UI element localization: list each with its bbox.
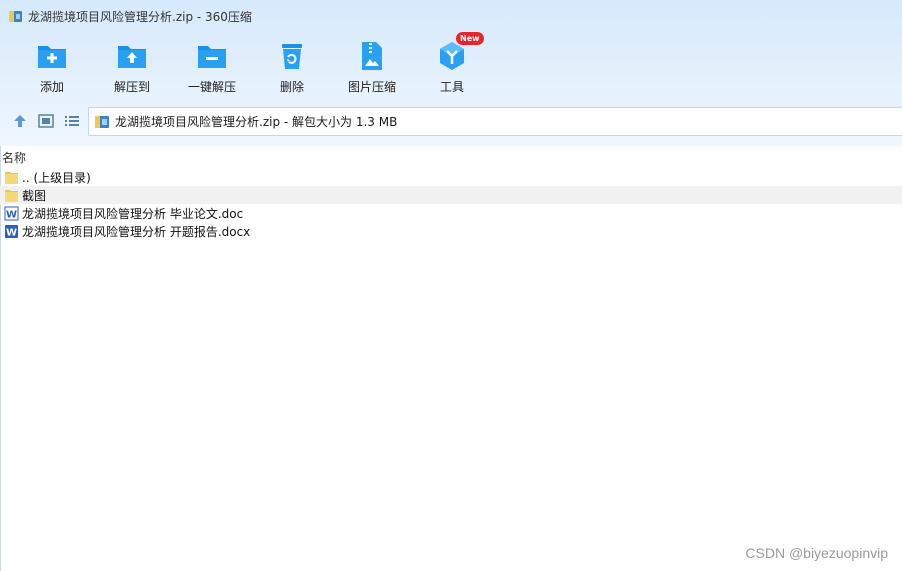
list-item-screenshots-folder[interactable]: 截图 bbox=[0, 186, 902, 204]
folder-icon bbox=[5, 171, 18, 184]
navigation-bar: 龙湖揽境项目风险管理分析.zip - 解包大小为 1.3 MB bbox=[0, 106, 902, 136]
up-arrow-icon[interactable] bbox=[11, 112, 29, 130]
file-name: 龙湖揽境项目风险管理分析 毕业论文.doc bbox=[22, 206, 244, 221]
tools-label: 工具 bbox=[439, 80, 464, 94]
image-compress-button[interactable]: 图片压缩 bbox=[332, 36, 412, 100]
top-chrome: 龙湖揽境项目风险管理分析.zip - 360压缩 添加 解压到 一键解压 删除 … bbox=[0, 0, 902, 146]
file-name: 截图 bbox=[22, 188, 47, 203]
add-label: 添加 bbox=[39, 80, 64, 94]
list-item-thesis-doc[interactable]: W 龙湖揽境项目风险管理分析 毕业论文.doc bbox=[0, 204, 902, 222]
image-compress-icon bbox=[362, 42, 382, 70]
extract-to-button[interactable]: 解压到 bbox=[92, 36, 172, 100]
tools-button[interactable]: New 工具 bbox=[412, 32, 492, 100]
one-click-extract-icon bbox=[198, 46, 226, 68]
delete-button[interactable]: 删除 bbox=[252, 36, 332, 100]
thumbnail-view-icon[interactable] bbox=[37, 112, 55, 130]
delete-label: 删除 bbox=[279, 80, 304, 94]
delete-icon bbox=[282, 44, 302, 69]
file-name: .. (上级目录) bbox=[22, 170, 91, 185]
file-list: .. (上级目录) 截图 W 龙湖揽境项目风险管理分析 毕业论文.doc W 龙… bbox=[0, 168, 902, 240]
extract-to-icon bbox=[118, 46, 146, 68]
toolbar: 添加 解压到 一键解压 删除 图片压缩 New 工具 bbox=[0, 32, 902, 100]
title-bar: 龙湖揽境项目风险管理分析.zip - 360压缩 bbox=[0, 0, 902, 32]
list-item-proposal-docx[interactable]: W 龙湖揽境项目风险管理分析 开题报告.docx bbox=[0, 222, 902, 240]
list-item-parent-dir[interactable]: .. (上级目录) bbox=[0, 168, 902, 186]
column-header-name[interactable]: 名称 bbox=[2, 149, 26, 166]
add-folder-icon bbox=[38, 46, 66, 68]
archive-file-icon bbox=[95, 115, 109, 128]
list-view-icon[interactable] bbox=[63, 112, 81, 130]
new-badge: New bbox=[456, 32, 484, 45]
one-click-extract-button[interactable]: 一键解压 bbox=[172, 36, 252, 100]
folder-icon bbox=[5, 189, 18, 202]
svg-text:W: W bbox=[6, 227, 17, 238]
window-title: 龙湖揽境项目风险管理分析.zip - 360压缩 bbox=[28, 9, 252, 24]
address-text: 龙湖揽境项目风险管理分析.zip - 解包大小为 1.3 MB bbox=[115, 115, 398, 129]
one-click-extract-label: 一键解压 bbox=[187, 80, 236, 94]
address-bar[interactable]: 龙湖揽境项目风险管理分析.zip - 解包大小为 1.3 MB bbox=[88, 107, 902, 136]
add-button[interactable]: 添加 bbox=[12, 36, 92, 100]
list-header: 名称 bbox=[0, 146, 902, 166]
word-docx-icon: W bbox=[5, 224, 18, 238]
image-compress-label: 图片压缩 bbox=[347, 80, 396, 94]
svg-text:W: W bbox=[6, 209, 17, 220]
file-name: 龙湖揽境项目风险管理分析 开题报告.docx bbox=[22, 224, 251, 239]
archive-app-icon bbox=[9, 10, 22, 22]
extract-to-label: 解压到 bbox=[113, 80, 150, 94]
word-doc-icon: W bbox=[4, 206, 19, 220]
watermark: CSDN @biyezuopinvip bbox=[745, 545, 888, 561]
